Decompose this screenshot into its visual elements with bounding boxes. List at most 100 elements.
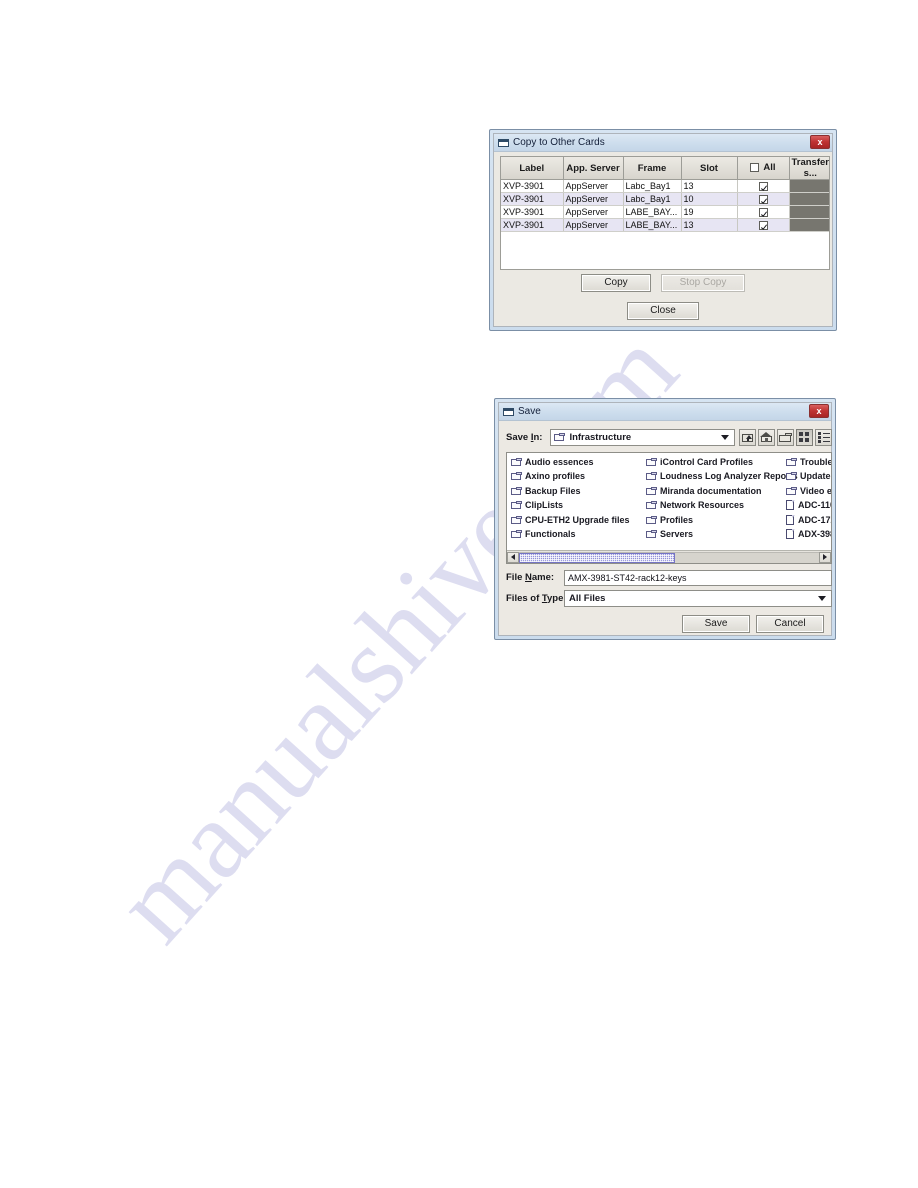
close-button[interactable]: Close	[627, 302, 699, 320]
folder-icon	[511, 486, 522, 496]
list-item[interactable]: Servers	[642, 528, 782, 543]
up-one-level-button[interactable]	[739, 429, 756, 446]
file-name-input[interactable]: AMX-3981-ST42-rack12-keys	[564, 569, 832, 586]
cell-label: XVP-3901	[501, 192, 564, 206]
cell-label: XVP-3901	[501, 179, 564, 193]
chevron-down-icon[interactable]	[818, 596, 826, 601]
copy-dialog-titlebar: Copy to Other Cards x	[494, 134, 832, 152]
horizontal-scrollbar[interactable]	[507, 550, 831, 563]
close-icon-label: x	[817, 136, 823, 147]
copy-targets-table-container: Label App. Server Frame Slot All Transfe…	[500, 156, 830, 270]
table-header-row: Label App. Server Frame Slot All Transfe…	[501, 157, 829, 180]
folder-icon	[646, 472, 657, 481]
scrollbar-thumb[interactable]	[519, 552, 675, 563]
save-dialog-title: Save	[518, 405, 541, 417]
home-button[interactable]	[758, 429, 775, 446]
folder-icon	[511, 530, 522, 539]
list-item[interactable]: ADC-110	[782, 499, 831, 514]
column-header-all-label: All	[763, 161, 776, 173]
table-row[interactable]: XVP-3901 AppServer LABE_BAY... 13	[501, 218, 829, 232]
table-row[interactable]: XVP-3901 AppServer Labc_Bay1 13	[501, 179, 829, 193]
list-view-icon	[817, 432, 830, 443]
list-item[interactable]: Miranda documentation	[642, 484, 782, 499]
list-item[interactable]: Backup Files	[507, 484, 642, 499]
close-icon[interactable]: x	[809, 404, 829, 418]
list-item[interactable]: Profiles	[642, 513, 782, 528]
grid-view-icon	[799, 432, 810, 443]
window-icon	[498, 138, 509, 147]
up-folder-icon	[741, 433, 754, 443]
file-name-label: File Name:	[506, 572, 555, 583]
list-item[interactable]: Troubles	[782, 455, 831, 470]
table-row[interactable]: XVP-3901 AppServer Labc_Bay1 10	[501, 192, 829, 206]
list-item[interactable]: CPU-ETH2 Upgrade files	[507, 513, 642, 528]
list-item[interactable]: Audio essences	[507, 455, 642, 470]
row-checkbox[interactable]	[758, 208, 768, 218]
cell-select-checkbox[interactable]	[737, 218, 790, 232]
list-item[interactable]: ClipLists	[507, 499, 642, 514]
table-row[interactable]: XVP-3901 AppServer LABE_BAY... 19	[501, 205, 829, 219]
details-view-button[interactable]	[815, 429, 832, 446]
cancel-button[interactable]: Cancel	[756, 615, 824, 633]
close-icon-label: x	[816, 405, 822, 416]
list-item[interactable]: Axino profiles	[507, 470, 642, 485]
tiles-view-button[interactable]	[796, 429, 813, 446]
select-all-checkbox[interactable]	[750, 162, 760, 172]
column-header-frame[interactable]: Frame	[623, 157, 682, 180]
new-folder-button[interactable]	[777, 429, 794, 446]
close-icon[interactable]: x	[810, 135, 830, 149]
folder-icon	[554, 433, 566, 442]
list-item[interactable]: Update A	[782, 470, 831, 485]
scroll-left-arrow[interactable]	[507, 551, 519, 563]
folder-icon	[786, 486, 797, 496]
cell-select-checkbox[interactable]	[737, 179, 790, 193]
list-item[interactable]: Functionals	[507, 528, 642, 543]
column-header-transfer-status[interactable]: Transfer s...	[789, 157, 829, 180]
cell-select-checkbox[interactable]	[737, 205, 790, 219]
cell-app-server: AppServer	[563, 179, 624, 193]
file-list-column-2: iControl Card Profiles Loudness Log Anal…	[642, 455, 798, 543]
chevron-down-icon[interactable]	[721, 435, 729, 440]
list-item[interactable]: ADX-398	[782, 528, 831, 543]
copy-dialog-close-row: Close	[494, 302, 832, 320]
save-dialog-titlebar: Save x	[499, 403, 831, 421]
folder-icon	[646, 486, 657, 496]
row-checkbox[interactable]	[758, 195, 768, 205]
row-checkbox[interactable]	[758, 221, 768, 231]
file-list-columns: Audio essences Axino profiles Backup Fil…	[507, 455, 831, 543]
save-in-label: Save In:	[506, 432, 543, 443]
file-browser-pane[interactable]: Audio essences Axino profiles Backup Fil…	[506, 452, 832, 564]
cell-select-checkbox[interactable]	[737, 192, 790, 206]
scroll-right-arrow[interactable]	[819, 551, 831, 563]
folder-icon	[511, 501, 522, 510]
copy-targets-table: Label App. Server Frame Slot All Transfe…	[501, 157, 829, 232]
folder-icon	[646, 501, 657, 510]
list-item[interactable]: ADC-172	[782, 513, 831, 528]
column-header-app-server[interactable]: App. Server	[563, 157, 624, 180]
list-item[interactable]: Network Resources	[642, 499, 782, 514]
copy-to-other-cards-dialog: Copy to Other Cards x Label App. Server …	[489, 129, 837, 331]
folder-icon	[646, 515, 657, 525]
column-header-slot[interactable]: Slot	[681, 157, 738, 180]
row-checkbox[interactable]	[758, 182, 768, 192]
folder-icon	[511, 457, 522, 467]
folder-icon	[511, 472, 522, 481]
column-header-label[interactable]: Label	[501, 157, 564, 180]
save-in-combobox[interactable]: Infrastructure	[550, 429, 735, 446]
cell-frame: LABE_BAY...	[623, 205, 682, 219]
list-item[interactable]: iControl Card Profiles	[642, 455, 782, 470]
save-dialog-toolbar	[739, 429, 832, 446]
folder-icon	[786, 472, 797, 481]
list-item[interactable]: Video es	[782, 484, 831, 499]
files-of-type-combobox[interactable]: All Files	[564, 590, 832, 607]
save-button[interactable]: Save	[682, 615, 750, 633]
copy-button[interactable]: Copy	[581, 274, 651, 292]
scrollbar-track[interactable]	[519, 551, 819, 563]
column-header-all[interactable]: All	[737, 157, 790, 180]
stop-copy-button[interactable]: Stop Copy	[661, 274, 745, 292]
dialog-body: Copy to Other Cards x Label App. Server …	[493, 133, 833, 327]
list-item[interactable]: Loudness Log Analyzer Reports	[642, 470, 798, 485]
file-icon	[786, 500, 795, 511]
cell-transfer-status	[789, 205, 829, 219]
cell-frame: LABE_BAY...	[623, 218, 682, 232]
